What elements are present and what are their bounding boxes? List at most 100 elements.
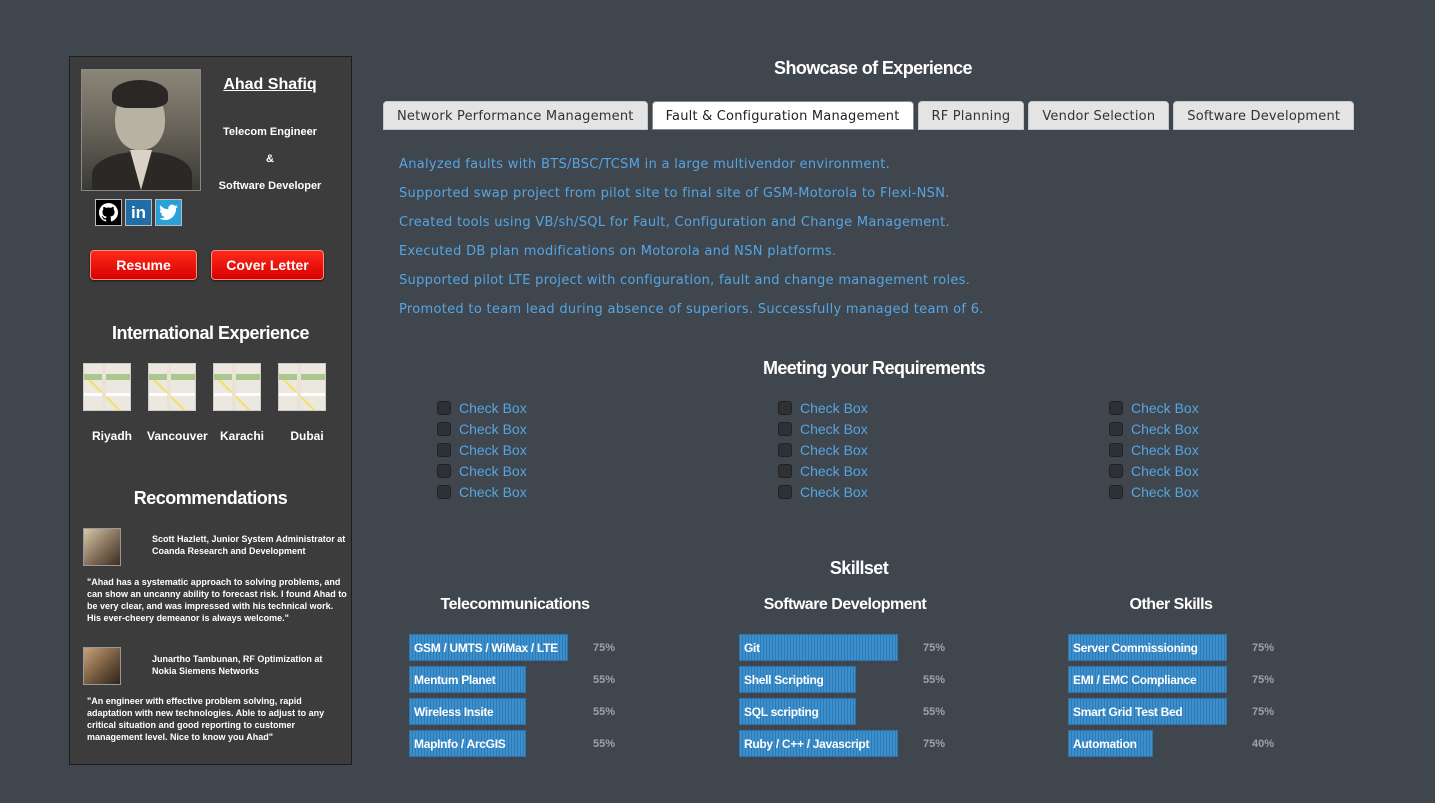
- skill-percent: 55%: [593, 706, 616, 718]
- checkbox-label[interactable]: Check Box: [1131, 484, 1199, 500]
- skill-percent: 55%: [593, 674, 616, 686]
- checkbox[interactable]: [778, 422, 792, 436]
- skill-percent: 75%: [923, 642, 946, 654]
- requirement-checkbox-row[interactable]: Check Box: [437, 400, 527, 416]
- checkbox[interactable]: [778, 443, 792, 457]
- requirement-checkbox-row[interactable]: Check Box: [778, 463, 868, 479]
- profile-name-link[interactable]: Ahad Shafiq: [210, 76, 330, 94]
- city-label: Riyadh: [91, 429, 132, 443]
- recommendation-text: "An engineer with effective problem solv…: [87, 696, 325, 742]
- requirement-checkbox-row[interactable]: Check Box: [1109, 400, 1199, 416]
- requirement-checkbox-row[interactable]: Check Box: [437, 421, 527, 437]
- checkbox-label[interactable]: Check Box: [1131, 400, 1199, 416]
- checkbox[interactable]: [1109, 485, 1123, 499]
- linkedin-icon[interactable]: in: [125, 199, 152, 226]
- requirement-checkbox-row[interactable]: Check Box: [437, 442, 527, 458]
- checkbox[interactable]: [1109, 443, 1123, 457]
- checkbox-label[interactable]: Check Box: [800, 463, 868, 479]
- checkbox[interactable]: [1109, 464, 1123, 478]
- social-links: in: [95, 199, 182, 226]
- checkbox-label[interactable]: Check Box: [459, 442, 527, 458]
- skill-bar: Automation: [1068, 730, 1153, 757]
- tab-software-development[interactable]: Software Development: [1173, 101, 1355, 130]
- recommendations-heading: Recommendations: [133, 488, 288, 508]
- recommender-avatar: [83, 647, 121, 685]
- checkbox[interactable]: [437, 422, 451, 436]
- experience-item: Analyzed faults with BTS/BSC/TCSM in a l…: [399, 157, 891, 172]
- city-label: Karachi: [219, 429, 265, 443]
- tab-network-performance[interactable]: Network Performance Management: [383, 101, 648, 130]
- profile-title-amp: &: [266, 153, 274, 165]
- requirement-checkbox-row[interactable]: Check Box: [1109, 421, 1199, 437]
- requirement-checkbox-row[interactable]: Check Box: [778, 442, 868, 458]
- checkbox-label[interactable]: Check Box: [1131, 442, 1199, 458]
- tab-vendor-selection[interactable]: Vendor Selection: [1028, 101, 1170, 130]
- map-thumbnail-riyadh[interactable]: [83, 363, 131, 411]
- map-thumbnail-vancouver[interactable]: [148, 363, 196, 411]
- checkbox-label[interactable]: Check Box: [800, 484, 868, 500]
- requirements-heading: Meeting your Requirements: [762, 358, 986, 378]
- requirement-checkbox-row[interactable]: Check Box: [778, 421, 868, 437]
- experience-tabs: Network Performance Management Fault & C…: [383, 101, 1355, 130]
- skill-bar: Shell Scripting: [739, 666, 856, 693]
- skill-bar: Mentum Planet: [409, 666, 526, 693]
- skill-bar: MapInfo / ArcGIS: [409, 730, 526, 757]
- checkbox-label[interactable]: Check Box: [459, 421, 527, 437]
- checkbox[interactable]: [437, 485, 451, 499]
- tab-fault-configuration[interactable]: Fault & Configuration Management: [651, 101, 914, 130]
- profile-title-1: Telecom Engineer: [223, 126, 317, 138]
- showcase-heading: Showcase of Experience: [774, 58, 972, 78]
- requirement-checkbox-row[interactable]: Check Box: [778, 400, 868, 416]
- checkbox-label[interactable]: Check Box: [459, 400, 527, 416]
- experience-item: Created tools using VB/sh/SQL for Fault,…: [399, 215, 950, 230]
- checkbox-label[interactable]: Check Box: [1131, 421, 1199, 437]
- checkbox[interactable]: [437, 401, 451, 415]
- skill-bar: Smart Grid Test Bed: [1068, 698, 1227, 725]
- city-label: Dubai: [290, 429, 324, 443]
- skill-bar: Wireless Insite: [409, 698, 526, 725]
- checkbox-label[interactable]: Check Box: [800, 421, 868, 437]
- skill-percent: 75%: [923, 738, 946, 750]
- recommender-avatar: [83, 528, 121, 566]
- cover-letter-button[interactable]: Cover Letter: [211, 250, 324, 280]
- profile-photo: [81, 69, 201, 191]
- profile-title-2: Software Developer: [218, 180, 322, 192]
- checkbox[interactable]: [437, 464, 451, 478]
- recommender-name: Junartho Tambunan, RF Optimization at No…: [152, 654, 323, 676]
- skill-percent: 55%: [593, 738, 616, 750]
- experience-item: Promoted to team lead during absence of …: [399, 302, 984, 317]
- checkbox[interactable]: [1109, 401, 1123, 415]
- map-thumbnail-dubai[interactable]: [278, 363, 326, 411]
- checkbox-label[interactable]: Check Box: [800, 442, 868, 458]
- checkbox-label[interactable]: Check Box: [459, 463, 527, 479]
- requirement-checkbox-row[interactable]: Check Box: [437, 484, 527, 500]
- skill-percent: 55%: [923, 674, 946, 686]
- checkbox[interactable]: [778, 464, 792, 478]
- checkbox-label[interactable]: Check Box: [1131, 463, 1199, 479]
- requirement-checkbox-row[interactable]: Check Box: [1109, 442, 1199, 458]
- requirement-checkbox-row[interactable]: Check Box: [778, 484, 868, 500]
- recommendation-text: "Ahad has a systematic approach to solvi…: [87, 577, 347, 623]
- skill-group-title: Software Development: [763, 596, 927, 613]
- checkbox[interactable]: [778, 485, 792, 499]
- github-icon[interactable]: [95, 199, 122, 226]
- map-thumbnail-karachi[interactable]: [213, 363, 261, 411]
- twitter-icon[interactable]: [155, 199, 182, 226]
- requirement-checkbox-row[interactable]: Check Box: [1109, 484, 1199, 500]
- requirement-checkbox-row[interactable]: Check Box: [1109, 463, 1199, 479]
- checkbox-label[interactable]: Check Box: [800, 400, 868, 416]
- profile-sidebar: Ahad Shafiq Telecom Engineer & Software …: [69, 56, 352, 765]
- skill-percent: 75%: [1252, 642, 1275, 654]
- resume-button[interactable]: Resume: [90, 250, 197, 280]
- skill-bar: EMI / EMC Compliance: [1068, 666, 1227, 693]
- checkbox-label[interactable]: Check Box: [459, 484, 527, 500]
- checkbox[interactable]: [778, 401, 792, 415]
- skill-percent: 75%: [1252, 706, 1275, 718]
- skill-bar: Git: [739, 634, 898, 661]
- checkbox[interactable]: [1109, 422, 1123, 436]
- requirement-checkbox-row[interactable]: Check Box: [437, 463, 527, 479]
- checkbox[interactable]: [437, 443, 451, 457]
- skill-group-title: Telecommunications: [440, 596, 590, 613]
- skill-percent: 75%: [1252, 674, 1275, 686]
- tab-rf-planning[interactable]: RF Planning: [917, 101, 1025, 130]
